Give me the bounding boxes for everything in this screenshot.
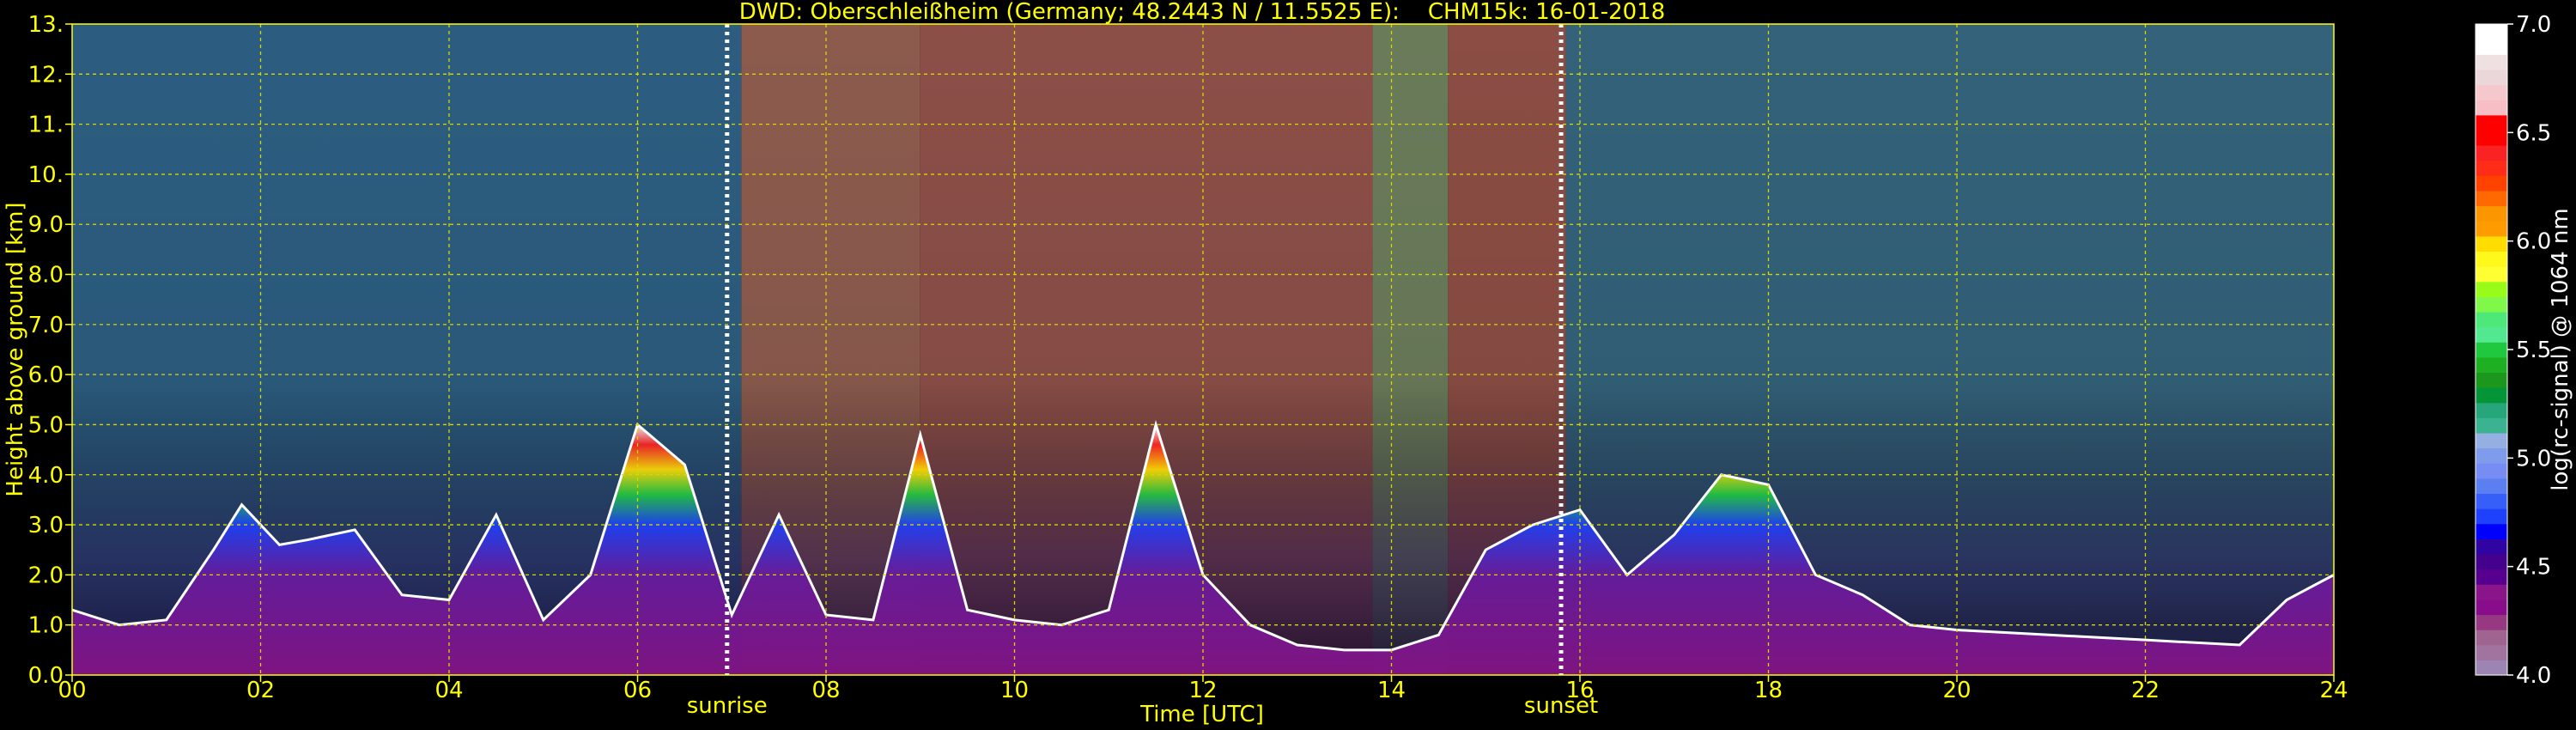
y-tick-label: 0.0	[28, 663, 64, 689]
colorbar-tick-label: 5.0	[2516, 446, 2551, 471]
y-axis-label: Height above ground [km]	[3, 202, 28, 496]
colorbar-segment	[2476, 100, 2507, 116]
y-tick-label: 12.	[28, 62, 64, 88]
x-tick-label: 10	[1000, 678, 1029, 703]
y-tick-label: 3.0	[28, 513, 64, 538]
colorbar-segment	[2476, 69, 2507, 86]
colorbar-segment	[2476, 54, 2507, 70]
colorbar-segment	[2476, 538, 2507, 555]
colorbar-segment	[2476, 630, 2507, 646]
colorbar-segment	[2476, 130, 2507, 146]
colorbar-tick-label: 4.5	[2516, 555, 2551, 581]
x-tick-label: 18	[1754, 678, 1783, 703]
colorbar-segment	[2476, 160, 2507, 176]
y-tick-label: 11.	[28, 113, 64, 138]
colorbar-segment	[2476, 463, 2507, 479]
sunrise-label: sunrise	[687, 693, 768, 719]
colorbar-segment	[2476, 584, 2507, 600]
x-axis-label: Time [UTC]	[1139, 702, 1264, 727]
chart-title: DWD: Oberschleißheim (Germany; 48.2443 N…	[739, 0, 1666, 25]
sunset-label: sunset	[1524, 693, 1598, 719]
colorbar-segment	[2476, 387, 2507, 404]
colorbar-segment	[2476, 84, 2507, 100]
y-tick-label: 10.	[28, 162, 64, 188]
x-tick-label: 12	[1188, 678, 1217, 703]
y-tick-label: 2.0	[28, 563, 64, 588]
colorbar-tick-label: 5.5	[2516, 338, 2551, 363]
colorbar-segment	[2476, 356, 2507, 374]
y-tick-label: 6.0	[28, 362, 64, 388]
colorbar-segment	[2476, 432, 2507, 449]
colorbar-tick-label: 6.0	[2516, 229, 2551, 255]
x-tick-label: 04	[434, 678, 463, 703]
colorbar-segment	[2476, 493, 2507, 509]
colorbar-segment	[2476, 478, 2507, 495]
x-tick-label: 08	[811, 678, 840, 703]
x-tick-label: 22	[2131, 678, 2160, 703]
colorbar-segment	[2476, 402, 2507, 418]
x-tick-label: 14	[1377, 678, 1406, 703]
colorbar-tick-label: 7.0	[2516, 12, 2551, 38]
x-tick-label: 06	[623, 678, 652, 703]
y-tick-label: 5.0	[28, 412, 64, 438]
colorbar-segment	[2476, 508, 2507, 525]
colorbar-segment	[2476, 569, 2507, 585]
x-tick-label: 02	[246, 678, 275, 703]
colorbar-segment	[2476, 660, 2507, 676]
colorbar-segment	[2476, 266, 2507, 283]
colorbar-segment	[2476, 523, 2507, 539]
colorbar-segment	[2476, 221, 2507, 237]
colorbar-segment	[2476, 326, 2507, 343]
y-tick-label: 1.0	[28, 613, 64, 639]
y-tick-label: 7.0	[28, 313, 64, 338]
colorbar-segment	[2476, 235, 2507, 252]
colorbar-segment	[2476, 553, 2507, 570]
colorbar-segment	[2476, 24, 2507, 40]
colorbar-segment	[2476, 251, 2507, 267]
colorbar-segment	[2476, 644, 2507, 660]
colorbar: 4.0 4.5 5.0 5.5 6.0 6.5 7.0	[2475, 12, 2551, 689]
ceilometer-figure: 00 02 04 06 08 10 12 14 16 18 20 22 24 0.01.02.03.04…	[3, 0, 2573, 727]
colorbar-label: log(rc-signal) @ 1064 nm	[2548, 208, 2573, 490]
colorbar-segment	[2476, 205, 2507, 222]
y-tick-label: 8.0	[28, 263, 64, 289]
plot-area	[72, 24, 2334, 675]
colorbar-segment	[2476, 39, 2507, 55]
colorbar-tick-label: 6.5	[2516, 120, 2551, 146]
x-tick-label: 24	[2319, 678, 2348, 703]
x-axis: 00 02 04 06 08 10 12 14 16 18 20 22 24	[58, 675, 2348, 703]
y-tick-label: 4.0	[28, 463, 64, 489]
colorbar-segment	[2476, 447, 2507, 464]
colorbar-segment	[2476, 175, 2507, 192]
colorbar-segment	[2476, 145, 2507, 161]
colorbar-segment	[2476, 190, 2507, 207]
y-tick-label: 13.	[28, 12, 64, 38]
colorbar-tick-label: 4.0	[2516, 663, 2551, 689]
colorbar-segment	[2476, 372, 2507, 388]
colorbar-segment	[2476, 281, 2507, 297]
colorbar-segment	[2476, 114, 2507, 131]
y-axis: 0.0 1.0 2.0 3.0 4.0 5.0 6.0 7.0 8.0 9.0 10. 11. 12. 1…	[28, 12, 72, 689]
colorbar-segment	[2476, 311, 2507, 328]
y-tick-label: 9.0	[28, 212, 64, 238]
colorbar-segment	[2476, 296, 2507, 313]
colorbar-segment	[2476, 614, 2507, 630]
colorbar-segment	[2476, 417, 2507, 434]
colorbar-segment	[2476, 342, 2507, 358]
colorbar-segment	[2476, 599, 2507, 616]
x-tick-label: 20	[1942, 678, 1971, 703]
